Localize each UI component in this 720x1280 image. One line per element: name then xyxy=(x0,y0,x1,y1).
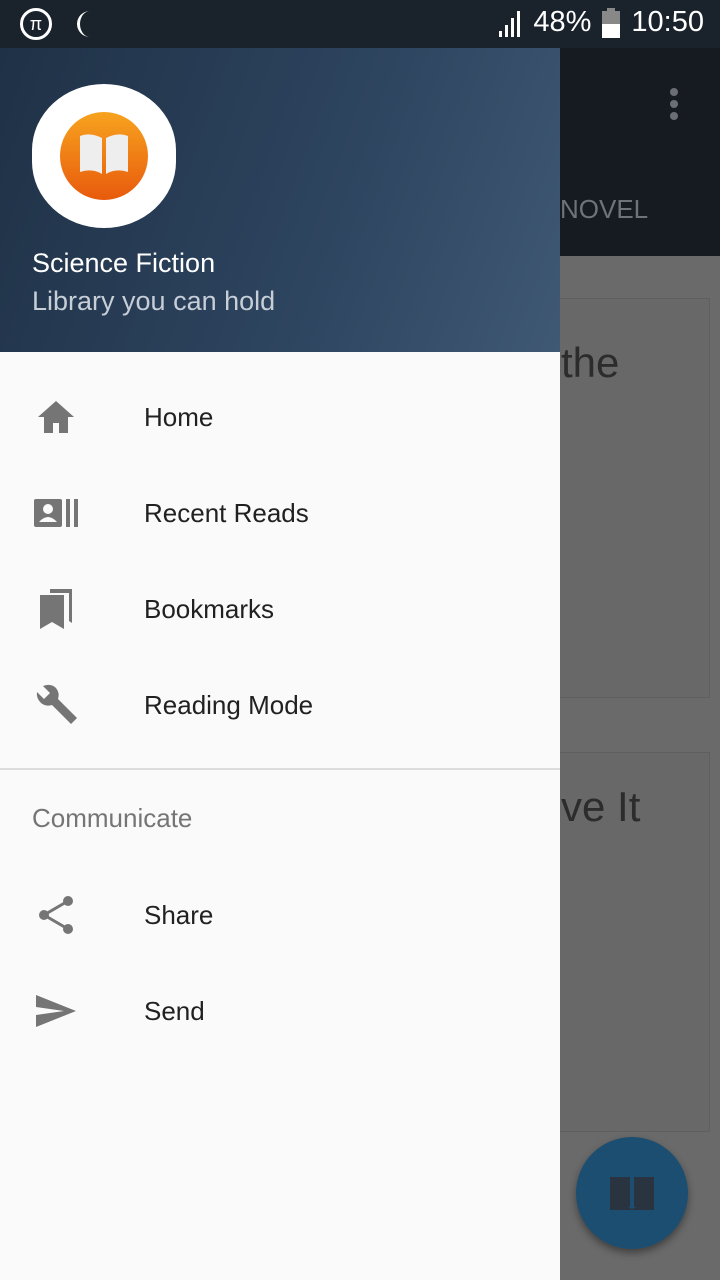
nav-item-recent-reads[interactable]: Recent Reads xyxy=(0,465,560,561)
section-header: Communicate xyxy=(32,803,193,833)
pi-icon: π xyxy=(20,8,52,40)
app-logo xyxy=(32,84,176,228)
card-title: the xyxy=(561,339,620,386)
battery-percent: 48% xyxy=(533,6,592,38)
nav-item-label: Recent Reads xyxy=(144,497,309,528)
nav-item-send[interactable]: Send xyxy=(0,963,560,1059)
bookmarks-icon xyxy=(32,585,80,633)
book-icon xyxy=(610,1177,654,1210)
nav-item-reading-mode[interactable]: Reading Mode xyxy=(0,657,560,753)
drawer-subtitle: Library you can hold xyxy=(32,286,276,316)
nav-item-share[interactable]: Share xyxy=(0,867,560,963)
send-icon xyxy=(32,987,80,1035)
navigation-drawer: Science Fiction Library you can hold Hom… xyxy=(0,0,560,1280)
nav-item-label: Share xyxy=(144,899,214,930)
book-logo-icon xyxy=(80,134,128,174)
drawer-title: Science Fiction xyxy=(32,248,216,278)
signal-icon xyxy=(499,10,521,37)
wrench-icon xyxy=(32,681,80,729)
nav-item-label: Bookmarks xyxy=(144,593,275,624)
divider xyxy=(0,768,560,770)
battery-icon xyxy=(602,7,621,38)
nav-item-label: Send xyxy=(144,995,205,1026)
tab-novel[interactable]: NOVEL xyxy=(560,194,648,225)
status-bar: π 48% 10:50 xyxy=(0,0,720,48)
share-icon xyxy=(32,891,80,939)
library-fab[interactable] xyxy=(576,1137,688,1249)
nav-item-bookmarks[interactable]: Bookmarks xyxy=(0,561,560,657)
home-icon xyxy=(32,393,80,441)
clock: 10:50 xyxy=(631,6,704,38)
contacts-icon xyxy=(32,489,80,537)
nav-item-home[interactable]: Home xyxy=(0,369,560,465)
moon-icon xyxy=(77,11,90,37)
nav-item-label: Home xyxy=(144,401,214,432)
more-options-icon[interactable] xyxy=(670,88,682,124)
nav-item-label: Reading Mode xyxy=(144,689,314,720)
drawer-header: Science Fiction Library you can hold xyxy=(0,0,560,352)
card-title: ve It xyxy=(561,783,641,830)
